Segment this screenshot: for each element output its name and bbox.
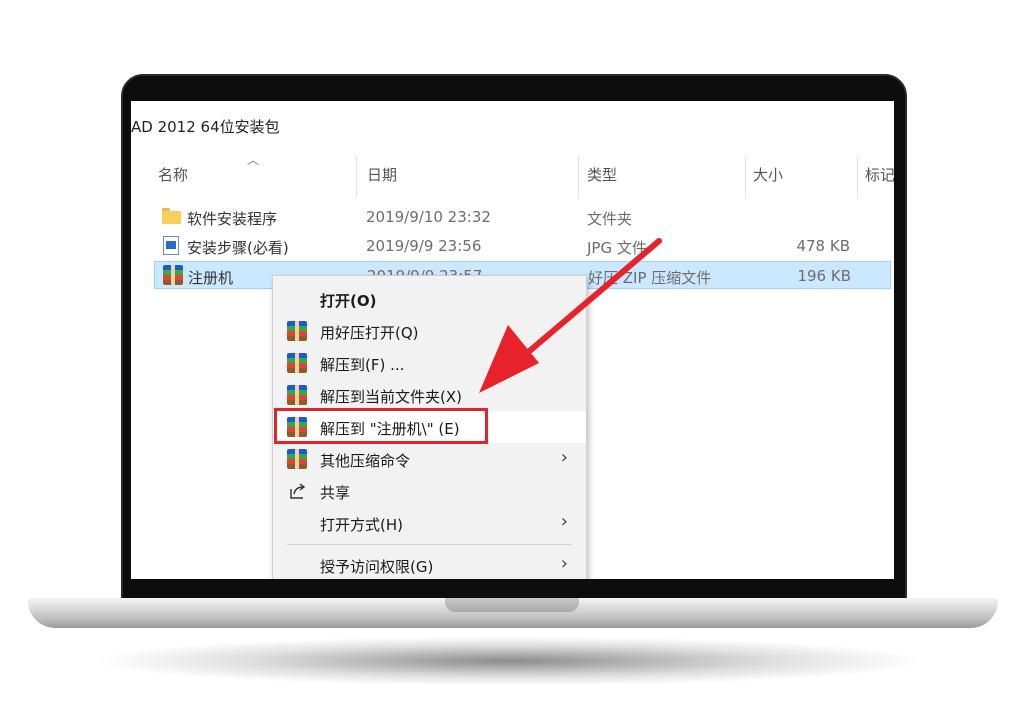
file-name: 软件安装程序 (187, 210, 278, 228)
laptop-shadow (90, 636, 930, 686)
archive-icon (287, 449, 307, 469)
folder-icon (162, 208, 181, 224)
sort-ascending-icon: ︿ (247, 153, 260, 167)
column-header-name[interactable]: 名称 (158, 164, 188, 185)
menu-item-label: 共享 (320, 484, 351, 502)
share-icon (290, 483, 306, 499)
menu-item-extract-to[interactable]: 解压到(F) ... (273, 347, 586, 379)
file-row[interactable]: 安装步骤(必看) 2019/9/9 23:56 JPG 文件 478 KB (154, 232, 891, 260)
column-header-size[interactable]: 大小 (753, 164, 783, 185)
column-divider[interactable] (578, 156, 579, 198)
menu-item-label: 授予访问权限(G) (320, 558, 434, 576)
file-size: 196 KB (797, 267, 851, 285)
menu-item-extract-here[interactable]: 解压到当前文件夹(X) (273, 379, 586, 411)
menu-divider (287, 544, 573, 545)
archive-icon (287, 321, 307, 341)
menu-item-label: 其他压缩命令 (320, 452, 411, 470)
file-size: 478 KB (796, 237, 850, 255)
menu-item-other-compress[interactable]: 其他压缩命令 › (273, 443, 586, 475)
chevron-right-icon: › (560, 553, 568, 574)
file-name: 注册机 (188, 269, 234, 287)
file-row[interactable]: 软件安装程序 2019/9/10 23:32 文件夹 (154, 203, 891, 231)
menu-item-label: 打开方式(H) (320, 516, 403, 534)
menu-item-open-with[interactable]: 打开方式(H) › (273, 507, 586, 539)
file-date: 2019/9/9 23:56 (366, 237, 482, 255)
image-file-icon (163, 236, 179, 255)
menu-item-label: 用好压打开(Q) (320, 324, 419, 342)
folder-title: AD 2012 64位安装包 (131, 118, 280, 136)
column-header-tags[interactable]: 标记 (865, 164, 894, 185)
menu-item-open[interactable]: 打开(O) (273, 283, 586, 315)
column-divider[interactable] (356, 156, 357, 198)
menu-item-share[interactable]: 共享 (273, 475, 586, 507)
file-type: 文件夹 (587, 210, 633, 228)
column-divider[interactable] (857, 156, 858, 198)
menu-item-grant-access[interactable]: 授予访问权限(G) › (273, 549, 586, 579)
file-type: JPG 文件 (587, 239, 647, 257)
chevron-right-icon: › (560, 447, 568, 468)
column-divider[interactable] (745, 156, 746, 198)
file-explorer-window: AD 2012 64位安装包 ︿ 名称 日期 类型 大小 标记 软件安装程序 2… (131, 101, 894, 579)
column-header-type[interactable]: 类型 (587, 164, 617, 185)
file-name: 安装步骤(必看) (187, 239, 289, 257)
menu-item-open-with-haozip[interactable]: 用好压打开(Q) (273, 315, 586, 347)
archive-icon (287, 353, 307, 373)
archive-icon (163, 265, 183, 285)
file-type: 好压 ZIP 压缩文件 (588, 269, 712, 287)
chevron-right-icon: › (560, 511, 568, 532)
archive-icon (287, 385, 307, 405)
menu-item-label: 解压到(F) ... (320, 356, 405, 374)
menu-item-label: 解压到当前文件夹(X) (320, 388, 462, 406)
annotation-highlight-box (274, 408, 488, 444)
column-header-date[interactable]: 日期 (367, 164, 397, 185)
menu-item-label: 打开(O) (320, 292, 377, 310)
laptop-base-notch (445, 598, 579, 612)
file-date: 2019/9/10 23:32 (366, 208, 491, 226)
